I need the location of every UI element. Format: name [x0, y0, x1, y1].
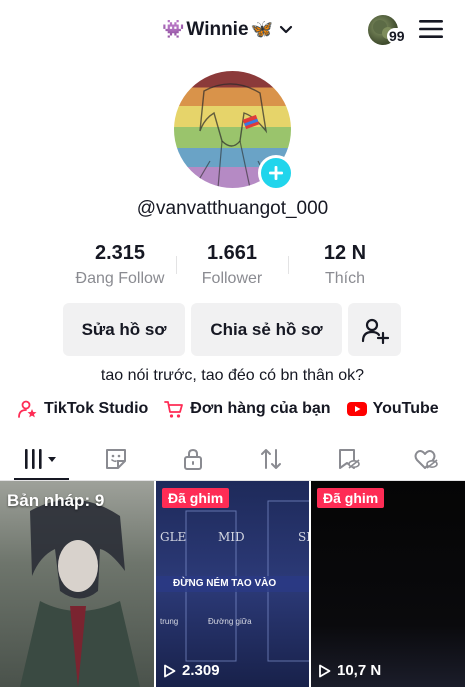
overlay-sub-mid: Đường giữa [208, 617, 252, 626]
tab-stickers[interactable] [86, 437, 146, 480]
youtube-icon [346, 402, 367, 416]
heart-hidden-icon [414, 449, 438, 469]
following-stat[interactable]: 2.315 Đang Follow [60, 242, 180, 288]
play-icon [164, 664, 176, 677]
pinned-badge: Đã ghim [317, 488, 385, 508]
likes-stat[interactable]: 12 N Thích [285, 242, 405, 288]
draft-thumbnail-art [20, 499, 140, 687]
overlay-sub-left: trung [160, 617, 179, 626]
account-name: Winnie [186, 19, 249, 40]
active-tab-indicator [14, 478, 69, 480]
profile-handle: @vanvatthuangot_000 [136, 198, 329, 219]
lock-icon [184, 448, 202, 470]
chevron-down-icon [279, 25, 293, 34]
studio-person-star-icon [18, 400, 37, 418]
view-count: 2.309 [163, 662, 220, 679]
pinned-video-tile[interactable]: Đã ghim GLE MID SI ĐỪNG NÉM TAO VÀO trun… [156, 481, 309, 687]
overlay-lane-left: GLE [160, 530, 187, 544]
tab-private[interactable] [163, 437, 223, 480]
repost-arrows-icon [261, 448, 281, 469]
view-count-value: 2.309 [182, 662, 220, 679]
profile-bio: tao nói trước, tao đéo có bn thân ok? [100, 367, 365, 384]
profile-links: TikTok Studio Đơn hàng của bạn YouTube [18, 397, 455, 421]
add-friend-button[interactable] [348, 303, 401, 356]
pinned-video-tile[interactable]: Đã ghim 10,7 N [311, 481, 465, 687]
sticker-face-icon [106, 448, 126, 469]
play-icon [319, 664, 331, 677]
followers-label: Follower [201, 270, 263, 287]
orders-label: Đơn hàng của bạn [190, 400, 331, 417]
draft-video-tile[interactable]: Bản nháp: 9 [0, 481, 154, 687]
alien-emoji: 👾 [162, 19, 185, 40]
tab-favorites[interactable] [318, 437, 378, 480]
overlay-lane-mid: MID [218, 530, 245, 544]
shopping-cart-icon [164, 401, 184, 418]
followers-count: 1.661 [206, 242, 258, 264]
draft-count-label: Bản nháp: 9 [7, 491, 105, 510]
share-profile-button[interactable]: Chia sẻ hồ sơ [191, 303, 342, 356]
tab-liked[interactable] [396, 437, 456, 480]
overlay-lane-right: SI [298, 530, 309, 544]
following-count: 2.315 [94, 242, 146, 264]
hamburger-menu-icon[interactable] [418, 18, 444, 40]
youtube-label: YouTube [372, 400, 439, 417]
view-count: 10,7 N [318, 662, 381, 679]
youtube-link[interactable]: YouTube [346, 400, 439, 418]
tiktok-studio-link[interactable]: TikTok Studio [18, 399, 148, 419]
plus-icon [269, 166, 283, 180]
following-label: Đang Follow [75, 270, 165, 287]
bookmark-hidden-icon [339, 448, 360, 469]
account-switcher[interactable]: 👾 Winnie 🦋 [162, 16, 295, 44]
edit-profile-button[interactable]: Sửa hồ sơ [63, 303, 185, 356]
view-count-value: 10,7 N [337, 662, 382, 679]
orders-link[interactable]: Đơn hàng của bạn [164, 399, 331, 419]
followers-stat[interactable]: 1.661 Follower [172, 242, 292, 288]
tab-videos[interactable] [12, 437, 72, 480]
add-avatar-button[interactable] [258, 155, 294, 191]
likes-count: 12 N [323, 242, 367, 264]
add-user-icon [361, 318, 389, 344]
butterfly-emoji: 🦋 [250, 19, 273, 40]
likes-label: Thích [324, 270, 365, 287]
tiktok-studio-label: TikTok Studio [44, 400, 149, 417]
notification-count-badge: 99 [387, 28, 407, 44]
top-bar: 👾 Winnie 🦋 99 [0, 0, 465, 62]
content-tabs [0, 437, 465, 481]
overlay-caption: ĐỪNG NÉM TAO VÀO [173, 578, 277, 589]
tab-reposts[interactable] [241, 437, 301, 480]
grid-bars-icon [25, 448, 56, 469]
